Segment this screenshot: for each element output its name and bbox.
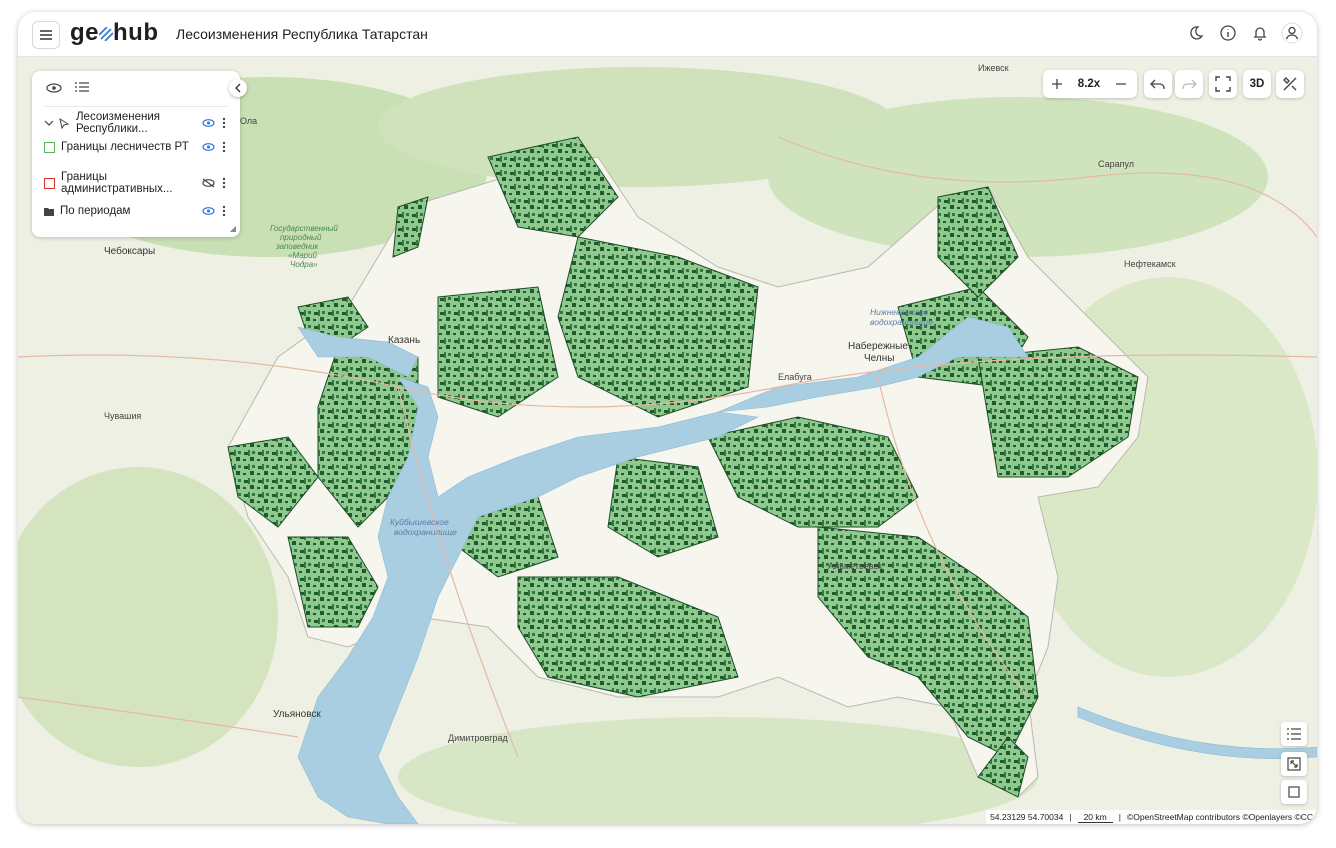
collapse-panel-button[interactable] bbox=[229, 79, 247, 97]
legend-list-icon[interactable] bbox=[74, 81, 90, 95]
undo-icon bbox=[1150, 79, 1165, 89]
attribution[interactable]: ©OpenStreetMap contributors ©Openlayers … bbox=[1127, 812, 1313, 822]
map-label: Ульяновск bbox=[273, 709, 321, 720]
cursor-coordinates: 54.23129 54.70034 bbox=[990, 812, 1064, 822]
map-label: Ижевск bbox=[978, 63, 1009, 73]
map-label: природный bbox=[280, 233, 322, 242]
separator: | bbox=[1118, 812, 1121, 822]
layer-swatch bbox=[44, 177, 55, 189]
map-label: Государственный bbox=[270, 224, 338, 233]
theme-button[interactable] bbox=[1183, 20, 1209, 46]
chevron-down-icon[interactable] bbox=[44, 119, 54, 127]
map-label: водохранилище bbox=[394, 527, 457, 537]
plus-icon bbox=[1052, 79, 1062, 89]
expand-icon bbox=[1287, 757, 1301, 771]
map-label: Набережные bbox=[848, 340, 908, 352]
layer-swatch bbox=[44, 141, 55, 153]
app-window: ge hub Лесоизменения Республика Татарстан bbox=[18, 12, 1317, 824]
layer-label: Лесоизменения Республики... bbox=[76, 111, 160, 135]
basemap-button[interactable] bbox=[1281, 780, 1307, 804]
map-label: Казань bbox=[388, 335, 420, 346]
menu-button[interactable] bbox=[32, 21, 60, 49]
extent-button[interactable] bbox=[1281, 752, 1307, 776]
top-actions bbox=[1183, 20, 1305, 46]
info-button[interactable] bbox=[1215, 20, 1241, 46]
map-label: Нижнекамское bbox=[870, 307, 929, 317]
map-label: Нефтекамск bbox=[1124, 259, 1176, 269]
status-bar: 54.23129 54.70034 | 20 km | ©OpenStreetM… bbox=[986, 810, 1317, 824]
more-options-icon[interactable] bbox=[216, 141, 232, 153]
3d-toggle-button[interactable]: 3D bbox=[1243, 70, 1271, 98]
fullscreen-icon bbox=[1215, 76, 1231, 92]
undo-button[interactable] bbox=[1144, 70, 1172, 98]
tools-icon bbox=[1283, 77, 1297, 91]
folder-icon bbox=[44, 207, 54, 216]
geohub-logo[interactable]: ge hub bbox=[70, 19, 159, 47]
map-label: Елабуга bbox=[778, 372, 812, 382]
minus-icon bbox=[1116, 83, 1126, 85]
map-label: Чебоксары bbox=[104, 245, 155, 257]
layer-item-forestry-borders[interactable]: Границы лесничеств РТ bbox=[44, 141, 232, 153]
notifications-button[interactable] bbox=[1247, 20, 1273, 46]
top-bar: ge hub Лесоизменения Республика Татарстан bbox=[18, 12, 1317, 57]
map-label: водохранилище bbox=[870, 317, 933, 327]
scale-bar: 20 km bbox=[1077, 812, 1113, 823]
map-label: Димитровград bbox=[448, 733, 509, 743]
more-options-icon[interactable] bbox=[216, 205, 232, 217]
map-label: Куйбышевское bbox=[390, 517, 449, 527]
layer-item-periods[interactable]: По периодам bbox=[44, 205, 232, 217]
zoom-out-button[interactable] bbox=[1107, 70, 1135, 98]
map-label: «Марий bbox=[288, 251, 318, 260]
menu-icon bbox=[40, 30, 52, 40]
more-options-icon[interactable] bbox=[216, 117, 232, 129]
resize-handle-icon[interactable]: ◢ bbox=[230, 224, 236, 233]
layer-item-forest-changes[interactable]: Лесоизменения Республики... bbox=[44, 111, 232, 135]
vector-layer-icon bbox=[59, 117, 70, 129]
logo-swirl-icon bbox=[98, 26, 114, 42]
bell-icon bbox=[1253, 27, 1267, 41]
panel-toolbar bbox=[46, 81, 90, 95]
more-options-icon[interactable] bbox=[216, 177, 232, 189]
page-title: Лесоизменения Республика Татарстан bbox=[176, 26, 428, 42]
moon-icon bbox=[1190, 26, 1204, 40]
square-icon bbox=[1288, 786, 1300, 798]
map-label: Челны bbox=[864, 353, 894, 364]
redo-icon bbox=[1182, 79, 1197, 89]
visibility-toggle-icon[interactable] bbox=[46, 81, 62, 95]
separator: | bbox=[1069, 812, 1072, 822]
layer-label: По периодам bbox=[60, 205, 131, 217]
eye-icon[interactable] bbox=[200, 142, 216, 152]
user-button[interactable] bbox=[1279, 20, 1305, 46]
layer-label: Границы административных... bbox=[61, 171, 173, 195]
info-icon bbox=[1220, 25, 1236, 41]
eye-icon[interactable] bbox=[200, 118, 216, 128]
map-label: Чувашия bbox=[104, 411, 141, 421]
eye-icon[interactable] bbox=[200, 206, 216, 216]
zoom-in-button[interactable] bbox=[1043, 70, 1071, 98]
redo-button[interactable] bbox=[1175, 70, 1203, 98]
fullscreen-button[interactable] bbox=[1209, 70, 1237, 98]
zoom-level: 8.2x bbox=[1077, 78, 1101, 90]
tools-button[interactable] bbox=[1276, 70, 1304, 98]
zoom-control: 8.2x bbox=[1043, 70, 1137, 98]
layers-panel: Лесоизменения Республики... Границы лесн… bbox=[32, 71, 240, 237]
user-icon bbox=[1281, 22, 1303, 44]
logo-text-hub: hub bbox=[113, 19, 159, 46]
legend-button[interactable] bbox=[1281, 722, 1307, 746]
list-icon bbox=[1287, 728, 1301, 740]
logo-text-geo: ge bbox=[70, 19, 100, 46]
map-label: Ола bbox=[240, 116, 257, 126]
map-label: заповедник bbox=[275, 242, 319, 251]
chevron-left-icon bbox=[235, 83, 241, 93]
divider bbox=[44, 106, 228, 107]
map-label: Альметьевск bbox=[828, 561, 882, 571]
map-label: Сарапул bbox=[1098, 159, 1134, 169]
layer-label: Границы лесничеств РТ bbox=[61, 141, 189, 153]
map-label: Чодра» bbox=[290, 260, 318, 269]
layer-item-admin-borders[interactable]: Границы административных... bbox=[44, 171, 232, 195]
eye-off-icon[interactable] bbox=[200, 178, 216, 188]
